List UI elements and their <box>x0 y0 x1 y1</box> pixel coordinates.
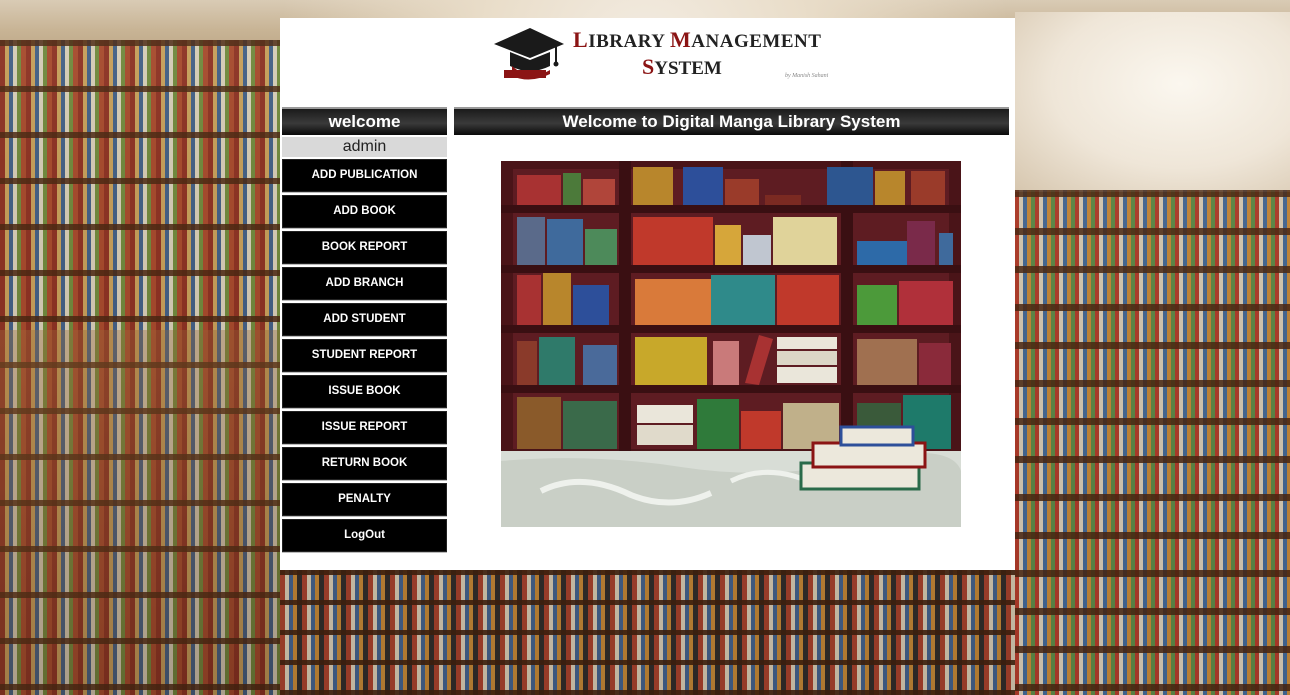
menu-student-report-button[interactable]: STUDENT REPORT <box>282 339 447 372</box>
menu-issue-report-button[interactable]: ISSUE REPORT <box>282 411 447 444</box>
author-byline: by Manish Sahani <box>785 73 829 79</box>
menu-penalty-button[interactable]: PENALTY <box>282 483 447 516</box>
background-bookshelves-bottom <box>280 570 1015 695</box>
sidebar-username: admin <box>282 137 447 157</box>
site-header: LIBRARY MANAGEMENT SYSTEM by Manish Saha… <box>280 18 1015 104</box>
graduation-cap-logo-icon <box>494 28 564 80</box>
bookshelf-illustration <box>501 161 961 527</box>
menu-issue-book-button[interactable]: ISSUE BOOK <box>282 375 447 408</box>
background-railing <box>0 330 280 695</box>
main-panel: LIBRARY MANAGEMENT SYSTEM by Manish Saha… <box>280 18 1015 570</box>
menu-add-book-button[interactable]: ADD BOOK <box>282 195 447 228</box>
background-bookshelves-right <box>1015 190 1290 695</box>
app-title-line2: SYSTEM <box>642 54 722 79</box>
menu-return-book-button[interactable]: RETURN BOOK <box>282 447 447 480</box>
menu-logout-button[interactable]: LogOut <box>282 519 447 552</box>
page-title: Welcome to Digital Manga Library System <box>454 107 1009 135</box>
background-dome-light <box>1015 12 1290 192</box>
app-title-line1: LIBRARY MANAGEMENT <box>573 27 822 52</box>
menu-book-report-button[interactable]: BOOK REPORT <box>282 231 447 264</box>
menu-add-student-button[interactable]: ADD STUDENT <box>282 303 447 336</box>
menu-add-publication-button[interactable]: ADD PUBLICATION <box>282 159 447 192</box>
menu-add-branch-button[interactable]: ADD BRANCH <box>282 267 447 300</box>
sidebar-menu: welcome admin ADD PUBLICATION ADD BOOK B… <box>282 107 447 552</box>
sidebar-welcome-heading: welcome <box>282 107 447 135</box>
